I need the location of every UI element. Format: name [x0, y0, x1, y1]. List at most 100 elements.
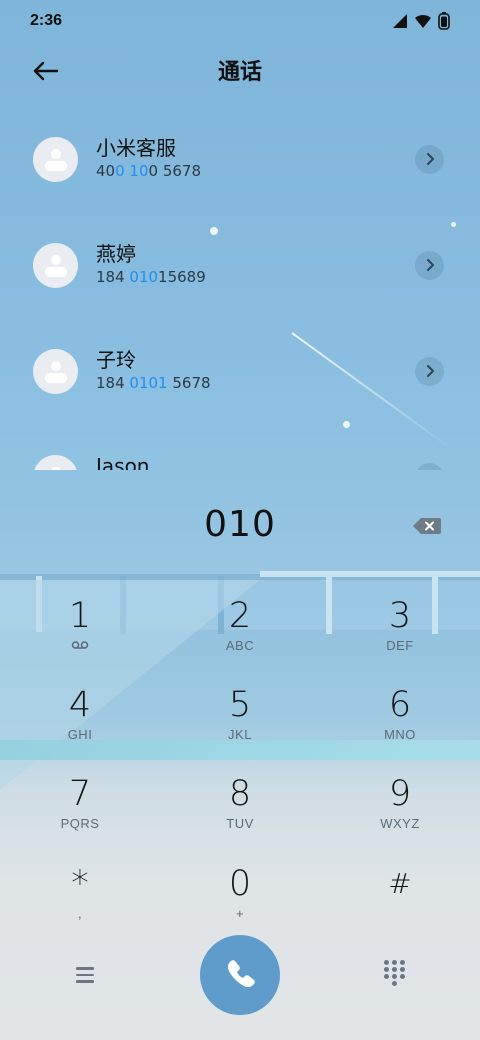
key-digit: 2	[228, 596, 252, 636]
backspace-icon	[413, 518, 441, 534]
key-3[interactable]: 3 DEF	[325, 594, 475, 680]
voicemail-icon	[71, 641, 89, 649]
contact-item[interactable]: 子玲 184 0101 5678	[0, 323, 480, 419]
key-letters: MNO	[384, 727, 416, 742]
number-part: 15689	[158, 268, 206, 286]
contact-item[interactable]: 燕婷 184 01015689	[0, 217, 480, 313]
phone-icon	[227, 960, 255, 988]
number-part: 184	[96, 374, 130, 392]
number-match-highlight: 0101	[129, 374, 168, 392]
avatar	[33, 348, 78, 394]
dialpad-icon	[384, 974, 389, 979]
contact-detail-button[interactable]	[415, 462, 444, 470]
person-icon	[44, 149, 67, 171]
background-railing	[0, 574, 480, 580]
background-railing	[260, 571, 480, 577]
key-letters: ABC	[225, 638, 255, 653]
dialpad-icon	[400, 960, 405, 965]
bottom-action-bar	[0, 934, 480, 1016]
key-digit: 1	[68, 596, 92, 636]
key-letters: TUV	[226, 816, 254, 831]
key-letters: GHI	[67, 727, 93, 742]
backspace-button[interactable]	[412, 516, 442, 536]
dial-input-row: 010	[0, 498, 480, 558]
dialpad-icon	[392, 974, 397, 979]
status-time: 2:36	[30, 12, 63, 29]
status-bar: 2:36	[0, 0, 480, 42]
number-part: 0 5678	[148, 162, 202, 180]
key-digit: 9	[388, 774, 412, 814]
number-part: 40	[96, 162, 116, 180]
number-match-highlight: 0	[115, 162, 125, 180]
number-match-highlight: 010	[129, 268, 159, 286]
key-letters: DEF	[386, 638, 414, 653]
app-header: 通话	[0, 46, 480, 94]
status-icons	[392, 12, 450, 30]
number-part: 5678	[167, 374, 211, 392]
dial-keypad: 1 2 ABC 3 DEF 4 GHI 5 JKL 6 MNO 7 PQRS 8…	[0, 582, 480, 938]
key-2[interactable]: 2 ABC	[165, 594, 315, 680]
key-digit: 6	[388, 685, 412, 725]
key-digit: *	[71, 864, 89, 904]
menu-icon	[76, 980, 94, 983]
menu-button[interactable]	[66, 960, 104, 990]
key-letters: ,	[77, 906, 83, 921]
key-7[interactable]: 7 PQRS	[5, 772, 155, 858]
contact-detail-button[interactable]	[415, 356, 444, 386]
dialpad-icon	[384, 960, 389, 965]
contact-detail-button[interactable]	[415, 144, 444, 174]
contact-name: 燕婷	[96, 242, 136, 266]
dialpad-icon	[400, 974, 405, 979]
key-9[interactable]: 9 WXYZ	[325, 772, 475, 858]
contact-number: 400 100 5678	[96, 161, 201, 181]
number-match-highlight: 10	[129, 162, 149, 180]
key-digit: 7	[68, 774, 92, 814]
key-digit: 0	[228, 864, 252, 904]
chevron-right-icon	[426, 365, 434, 377]
avatar	[33, 136, 78, 182]
key-letters: WXYZ	[380, 816, 420, 831]
menu-icon	[76, 967, 94, 970]
key-digit: 5	[228, 685, 252, 725]
key-digit: 3	[388, 596, 412, 636]
signal-icon	[393, 14, 407, 28]
contact-name: 子玲	[96, 348, 136, 372]
dialpad-icon	[392, 981, 397, 986]
call-button[interactable]	[200, 935, 280, 1015]
key-digit: #	[388, 867, 412, 900]
chevron-right-icon	[426, 259, 434, 271]
contact-item[interactable]: Jason	[0, 429, 480, 470]
avatar	[33, 242, 78, 288]
person-icon	[50, 467, 61, 470]
key-1[interactable]: 1	[5, 594, 155, 680]
menu-icon	[76, 973, 94, 977]
back-button[interactable]	[28, 54, 62, 88]
key-letters: JKL	[228, 727, 252, 742]
wifi-icon	[415, 14, 431, 28]
dialpad-toggle-button[interactable]	[378, 956, 412, 990]
dialpad-icon	[392, 960, 397, 965]
avatar	[33, 454, 78, 470]
key-8[interactable]: 8 TUV	[165, 772, 315, 858]
key-4[interactable]: 4 GHI	[5, 683, 155, 769]
person-icon	[44, 361, 67, 383]
contact-number: 184 0101 5678	[96, 373, 211, 393]
key-6[interactable]: 6 MNO	[325, 683, 475, 769]
contact-item[interactable]: 小米客服 400 100 5678	[0, 111, 480, 207]
key-5[interactable]: 5 JKL	[165, 683, 315, 769]
chevron-right-icon	[426, 153, 434, 165]
key-digit: 8	[228, 774, 252, 814]
key-digit: 4	[68, 685, 92, 725]
page-title: 通话	[217, 60, 262, 85]
person-icon	[44, 255, 67, 277]
contact-detail-button[interactable]	[415, 250, 444, 280]
number-part: 184	[96, 268, 130, 286]
contact-number: 184 01015689	[96, 267, 206, 287]
key-letters: PQRS	[60, 816, 100, 831]
contact-suggestions-list[interactable]: 小米客服 400 100 5678 燕婷 184 01015689 子玲 184…	[0, 110, 480, 470]
dialpad-icon	[400, 967, 405, 972]
contact-name: Jason	[96, 454, 150, 470]
key-letters: +	[235, 906, 245, 921]
arrow-left-icon	[33, 61, 58, 81]
dialed-number-display[interactable]: 010	[0, 504, 480, 545]
